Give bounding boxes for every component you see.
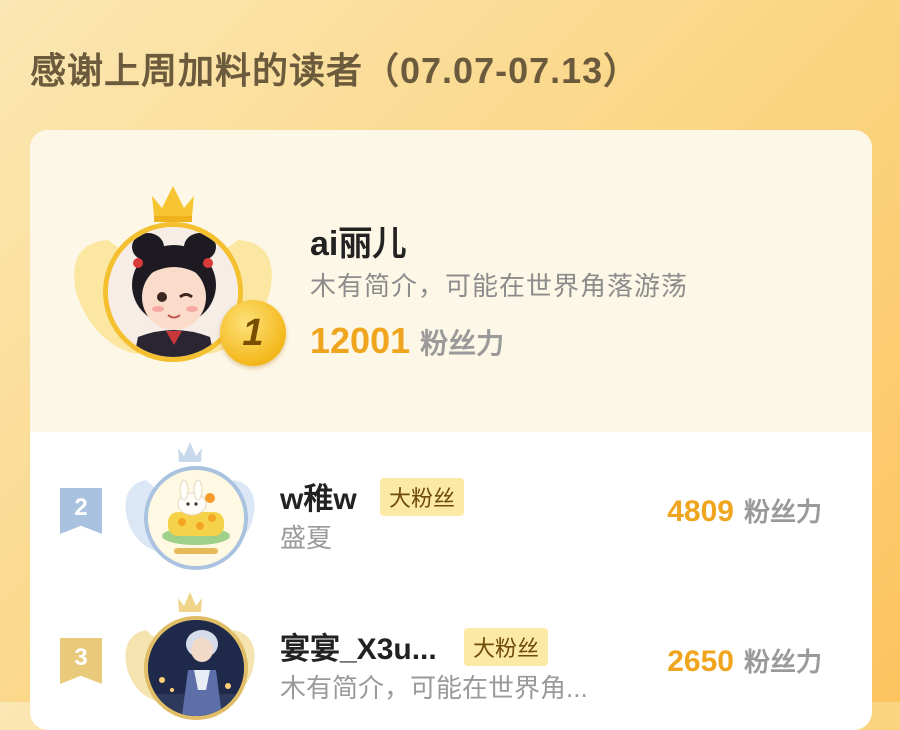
top-reader-entry[interactable]: 1 ai丽儿 木有简介，可能在世界角落游荡 12001 粉丝力 — [30, 130, 872, 432]
reader-bio: 木有简介，可能在世界角落游荡 — [310, 271, 689, 301]
fan-power-score: 4809 粉丝力 — [667, 492, 822, 529]
reader-bio: 木有简介，可能在世界角... — [280, 673, 588, 703]
top-reader-avatar-group[interactable]: 1 — [68, 182, 286, 382]
reader-name[interactable]: w稚w — [280, 474, 357, 518]
reader-name[interactable]: 宴宴_X3u... — [280, 624, 437, 668]
girl-avatar-illustration — [108, 227, 238, 357]
bunny-cake-avatar-illustration — [148, 470, 244, 566]
score-unit: 粉丝力 — [743, 647, 822, 677]
score-value: 12001 — [310, 320, 411, 361]
rank-ribbon: 2 — [60, 488, 102, 534]
big-fan-badge: 大粉丝 — [464, 628, 549, 666]
rank-ribbon: 3 — [60, 638, 102, 684]
avatar[interactable] — [144, 616, 248, 720]
leaderboard-card: 1 ai丽儿 木有简介，可能在世界角落游荡 12001 粉丝力 2 w稚w 大粉… — [30, 130, 872, 730]
reader-avatar-group[interactable] — [122, 440, 258, 580]
list-item[interactable]: 2 w稚w 大粉丝 盛夏 4809 粉丝力 — [30, 432, 872, 582]
score-unit: 粉丝力 — [420, 328, 505, 359]
avatar[interactable] — [144, 466, 248, 570]
fan-power-score: 2650 粉丝力 — [667, 642, 822, 679]
big-fan-badge: 大粉丝 — [380, 478, 465, 516]
score-unit: 粉丝力 — [743, 497, 822, 527]
list-item[interactable]: 3 宴宴_X3u... 大粉丝 木有简介，可能在世界角... 2650 粉丝力 — [30, 582, 872, 730]
reader-avatar-group[interactable] — [122, 590, 258, 730]
score-value: 4809 — [667, 495, 734, 528]
rank-badge: 1 — [220, 300, 286, 366]
reader-bio: 盛夏 — [280, 523, 333, 553]
reader-name[interactable]: ai丽儿 — [310, 216, 406, 265]
page-title: 感谢上周加料的读者（07.07-07.13） — [30, 50, 641, 91]
fan-power-score: 12001 粉丝力 — [310, 320, 504, 362]
score-value: 2650 — [667, 645, 734, 678]
